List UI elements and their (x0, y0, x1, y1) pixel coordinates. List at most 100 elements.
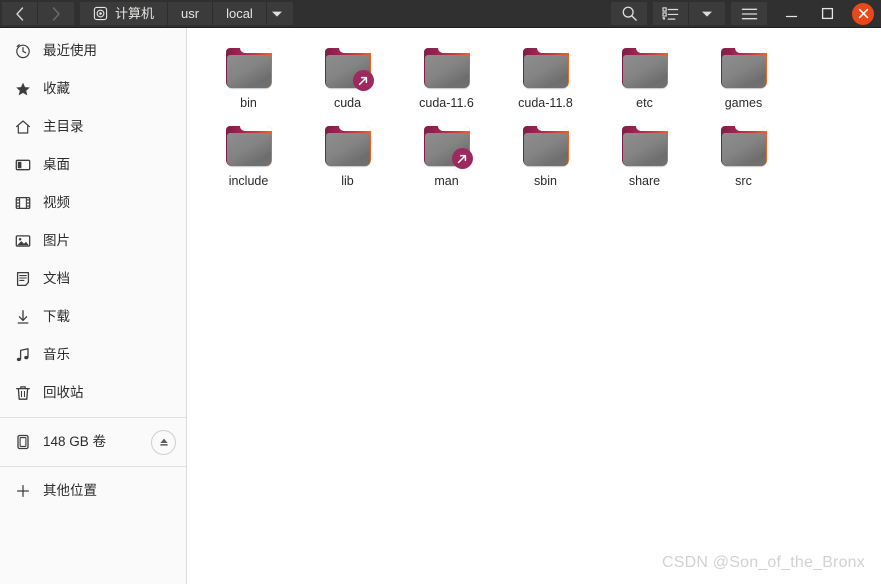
document-icon (14, 271, 31, 288)
sidebar-item-other-locations[interactable]: 其他位置 (0, 472, 186, 510)
window-body: 最近使用 收藏 主目录 (0, 28, 881, 584)
symlink-arrow-icon (452, 148, 473, 169)
download-icon (14, 309, 31, 326)
chevron-down-icon (271, 10, 283, 18)
eject-icon (158, 436, 170, 448)
minimize-button[interactable] (773, 2, 809, 25)
watermark: CSDN @Son_of_the_Bronx (662, 554, 865, 572)
main-menu-button[interactable] (731, 2, 767, 25)
titlebar: 计算机 usr local (0, 0, 881, 28)
breadcrumb-item-local[interactable]: local (213, 2, 267, 25)
file-label: lib (341, 174, 354, 188)
maximize-icon (821, 7, 834, 20)
sidebar-item-pictures[interactable]: 图片 (0, 222, 186, 260)
file-item[interactable]: games (694, 40, 793, 118)
hamburger-menu-icon (741, 7, 758, 21)
file-manager-window: 计算机 usr local (0, 0, 881, 584)
breadcrumb-label: usr (181, 7, 199, 20)
minimize-icon (785, 7, 798, 20)
sidebar-item-label: 音乐 (43, 348, 176, 362)
sidebar: 最近使用 收藏 主目录 (0, 28, 187, 584)
file-item[interactable]: bin (199, 40, 298, 118)
breadcrumb-item-computer[interactable]: 计算机 (80, 2, 168, 25)
music-icon (14, 347, 31, 364)
sidebar-item-label: 收藏 (43, 82, 176, 96)
breadcrumb-item-usr[interactable]: usr (168, 2, 213, 25)
sidebar-item-label: 148 GB 卷 (43, 435, 139, 449)
sidebar-item-label: 主目录 (43, 120, 176, 134)
sidebar-item-label: 下载 (43, 310, 176, 324)
icon-grid: bin cuda (187, 28, 881, 197)
folder-icon (324, 124, 372, 168)
file-item[interactable]: include (199, 118, 298, 196)
maximize-button[interactable] (809, 2, 845, 25)
forward-button[interactable] (38, 2, 74, 25)
sidebar-item-documents[interactable]: 文档 (0, 260, 186, 298)
file-item[interactable]: cuda-11.6 (397, 40, 496, 118)
folder-icon (720, 46, 768, 90)
view-list-button[interactable] (653, 2, 689, 25)
sidebar-item-downloads[interactable]: 下载 (0, 298, 186, 336)
sidebar-divider (0, 466, 186, 467)
file-item[interactable]: etc (595, 40, 694, 118)
sidebar-item-home[interactable]: 主目录 (0, 108, 186, 146)
titlebar-right (611, 0, 881, 27)
close-icon (858, 8, 869, 19)
file-item[interactable]: lib (298, 118, 397, 196)
image-icon (14, 233, 31, 250)
folder-icon (621, 46, 669, 90)
sidebar-item-music[interactable]: 音乐 (0, 336, 186, 374)
eject-button[interactable] (151, 430, 176, 455)
search-icon (621, 5, 638, 22)
folder-icon (324, 46, 372, 90)
view-options-button[interactable] (689, 2, 725, 25)
file-item[interactable]: cuda (298, 40, 397, 118)
file-label: man (434, 174, 458, 188)
chevron-down-icon (701, 10, 713, 18)
sidebar-item-trash[interactable]: 回收站 (0, 374, 186, 412)
drive-icon (14, 434, 31, 451)
file-label: cuda-11.6 (419, 96, 474, 110)
file-item[interactable]: man (397, 118, 496, 196)
sidebar-item-label: 最近使用 (43, 44, 176, 58)
file-label: share (629, 174, 660, 188)
file-view[interactable]: bin cuda (187, 28, 881, 584)
sidebar-item-starred[interactable]: 收藏 (0, 70, 186, 108)
folder-icon (423, 124, 471, 168)
sidebar-item-desktop[interactable]: 桌面 (0, 146, 186, 184)
file-label: cuda (334, 96, 361, 110)
sidebar-item-volume[interactable]: 148 GB 卷 (0, 423, 186, 461)
file-item[interactable]: share (595, 118, 694, 196)
file-label: sbin (534, 174, 557, 188)
folder-icon (225, 124, 273, 168)
clock-icon (14, 43, 31, 60)
search-button[interactable] (611, 2, 647, 25)
chevron-right-icon (51, 6, 62, 22)
back-button[interactable] (2, 2, 38, 25)
star-icon (14, 81, 31, 98)
folder-icon (522, 46, 570, 90)
file-label: src (735, 174, 752, 188)
home-icon (14, 119, 31, 136)
close-button[interactable] (845, 2, 881, 25)
file-item[interactable]: cuda-11.8 (496, 40, 595, 118)
file-item[interactable]: sbin (496, 118, 595, 196)
folder-icon (225, 46, 273, 90)
file-label: include (229, 174, 269, 188)
breadcrumb: 计算机 usr local (80, 2, 293, 25)
desktop-icon (14, 157, 31, 174)
sidebar-item-recent[interactable]: 最近使用 (0, 32, 186, 70)
sidebar-item-videos[interactable]: 视频 (0, 184, 186, 222)
sidebar-item-label: 文档 (43, 272, 176, 286)
sidebar-divider (0, 417, 186, 418)
file-label: games (725, 96, 763, 110)
file-label: bin (240, 96, 257, 110)
path-dropdown-button[interactable] (267, 2, 293, 25)
sidebar-item-label: 图片 (43, 234, 176, 248)
chevron-left-icon (14, 6, 25, 22)
folder-icon (423, 46, 471, 90)
video-icon (14, 195, 31, 212)
file-item[interactable]: src (694, 118, 793, 196)
sidebar-item-label: 回收站 (43, 386, 176, 400)
folder-icon (720, 124, 768, 168)
